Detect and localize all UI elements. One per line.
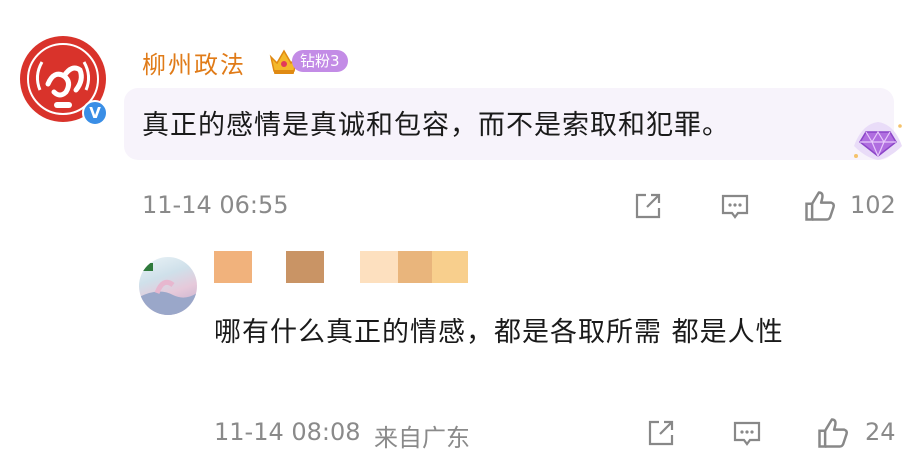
like-icon[interactable]: [802, 188, 838, 224]
reply-location: 来自广东: [374, 424, 470, 452]
comment-icon[interactable]: [719, 190, 751, 222]
mosaic-block: [432, 251, 468, 283]
share-icon[interactable]: [645, 417, 677, 449]
share-icon[interactable]: [632, 190, 664, 222]
mosaic-block: [360, 251, 398, 283]
diamond-icon: [854, 122, 902, 160]
reply-time: 11-14 08:08: [214, 418, 361, 446]
mosaic-block: [398, 251, 432, 283]
reply-text: 哪有什么真正的情感，都是各取所需 都是人性: [214, 317, 784, 348]
reply-avatar[interactable]: [139, 257, 197, 315]
like-icon[interactable]: [815, 415, 851, 451]
reply-like-count: 24: [865, 418, 896, 446]
comment-icon[interactable]: [731, 417, 763, 449]
landscape-photo-icon: [139, 263, 197, 315]
comment-text: 真正的感情是真诚和包容，而不是索取和犯罪。: [142, 110, 730, 141]
fan-level-badge[interactable]: 钻粉3: [292, 50, 348, 72]
comment-time: 11-14 06:55: [142, 191, 289, 219]
verified-badge-icon: V: [82, 100, 108, 126]
mosaic-block: [286, 251, 324, 283]
mosaic-block: [214, 251, 252, 283]
like-count: 102: [850, 191, 896, 219]
comment-author-name[interactable]: 柳州政法: [142, 45, 246, 80]
